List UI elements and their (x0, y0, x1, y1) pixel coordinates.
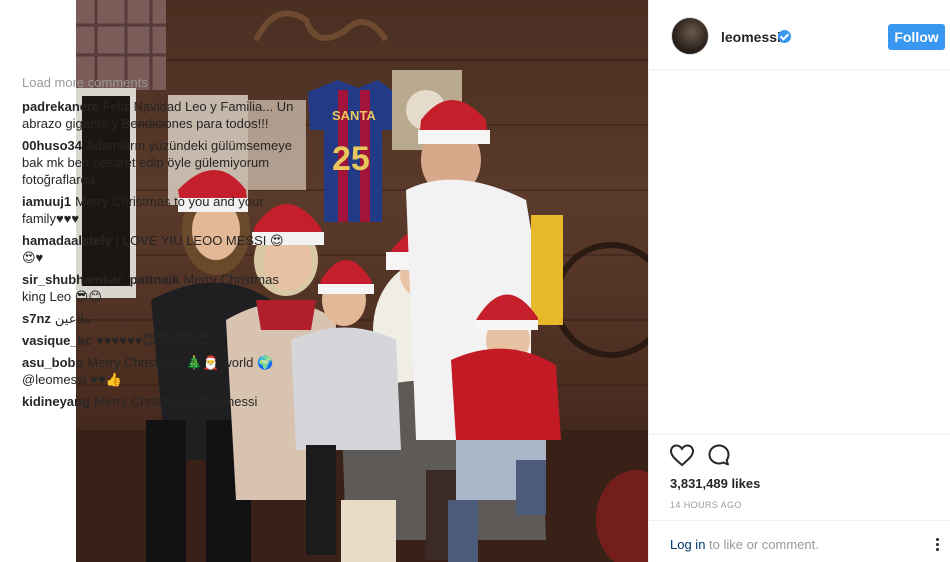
jersey-number-text: 25 (332, 140, 370, 178)
post-header: leomessi Follow (649, 0, 950, 70)
comment-item: s7nz ملاعين (22, 310, 294, 327)
comment-item: 00huso34 Adamların yüzündeki gülümsemeye … (22, 137, 294, 188)
comment-item: iamuuj1 Merry Christmas to you and your f… (22, 193, 294, 227)
comment-item: asu_bobo Merry Christmas 🎄🎅 world 🌍 @leom… (22, 354, 294, 388)
comment-text: ♥♥♥♥♥♥😇😇😇😇😇 (96, 333, 211, 348)
login-prompt: Log in to like or comment. (670, 537, 819, 552)
login-prompt-suffix: to like or comment. (705, 537, 819, 552)
comment-username[interactable]: kidineyang (22, 394, 90, 409)
more-options-icon[interactable] (930, 538, 944, 552)
comments-list[interactable]: Load more comments padrekanete Feliz Navi… (22, 72, 294, 434)
post-side-panel: leomessi Follow (648, 0, 950, 562)
username-link[interactable]: leomessi (721, 29, 781, 45)
comment-username[interactable]: hamadaalstely (22, 233, 112, 248)
comment-item: hamadaalstely I LOVE YIU LEOO MESSI 😍😍♥ (22, 232, 294, 266)
comment-item: padrekanete Feliz Navidad Leo y Familia..… (22, 98, 294, 132)
jersey-name-text: SANTA (332, 108, 376, 123)
comment-username[interactable]: asu_bobo (22, 355, 83, 370)
comment-icon[interactable] (707, 443, 731, 467)
comment-username[interactable]: s7nz (22, 311, 51, 326)
follow-button[interactable]: Follow (888, 24, 945, 50)
login-link[interactable]: Log in (670, 537, 705, 552)
comment-text: ملاعين (54, 311, 92, 326)
comment-item: sir_shubhamkar_pattnaik Merry Christmas k… (22, 271, 294, 305)
verified-icon (778, 30, 791, 43)
comment-username[interactable]: iamuuj1 (22, 194, 71, 209)
comment-item: vasique_kc ♥♥♥♥♥♥😇😇😇😇😇 (22, 332, 294, 349)
comment-username[interactable]: 00huso34 (22, 138, 82, 153)
comment-username[interactable]: sir_shubhamkar_pattnaik (22, 272, 180, 287)
load-more-comments-link[interactable]: Load more comments (22, 74, 294, 91)
comment-text: Merry Christmas @leomessi (93, 394, 258, 409)
avatar[interactable] (671, 17, 709, 55)
heart-icon[interactable] (669, 443, 695, 467)
comment-username[interactable]: vasique_kc (22, 333, 92, 348)
comment-item: kidineyang Merry Christmas @leomessi (22, 393, 294, 410)
comment-username[interactable]: padrekanete (22, 99, 99, 114)
